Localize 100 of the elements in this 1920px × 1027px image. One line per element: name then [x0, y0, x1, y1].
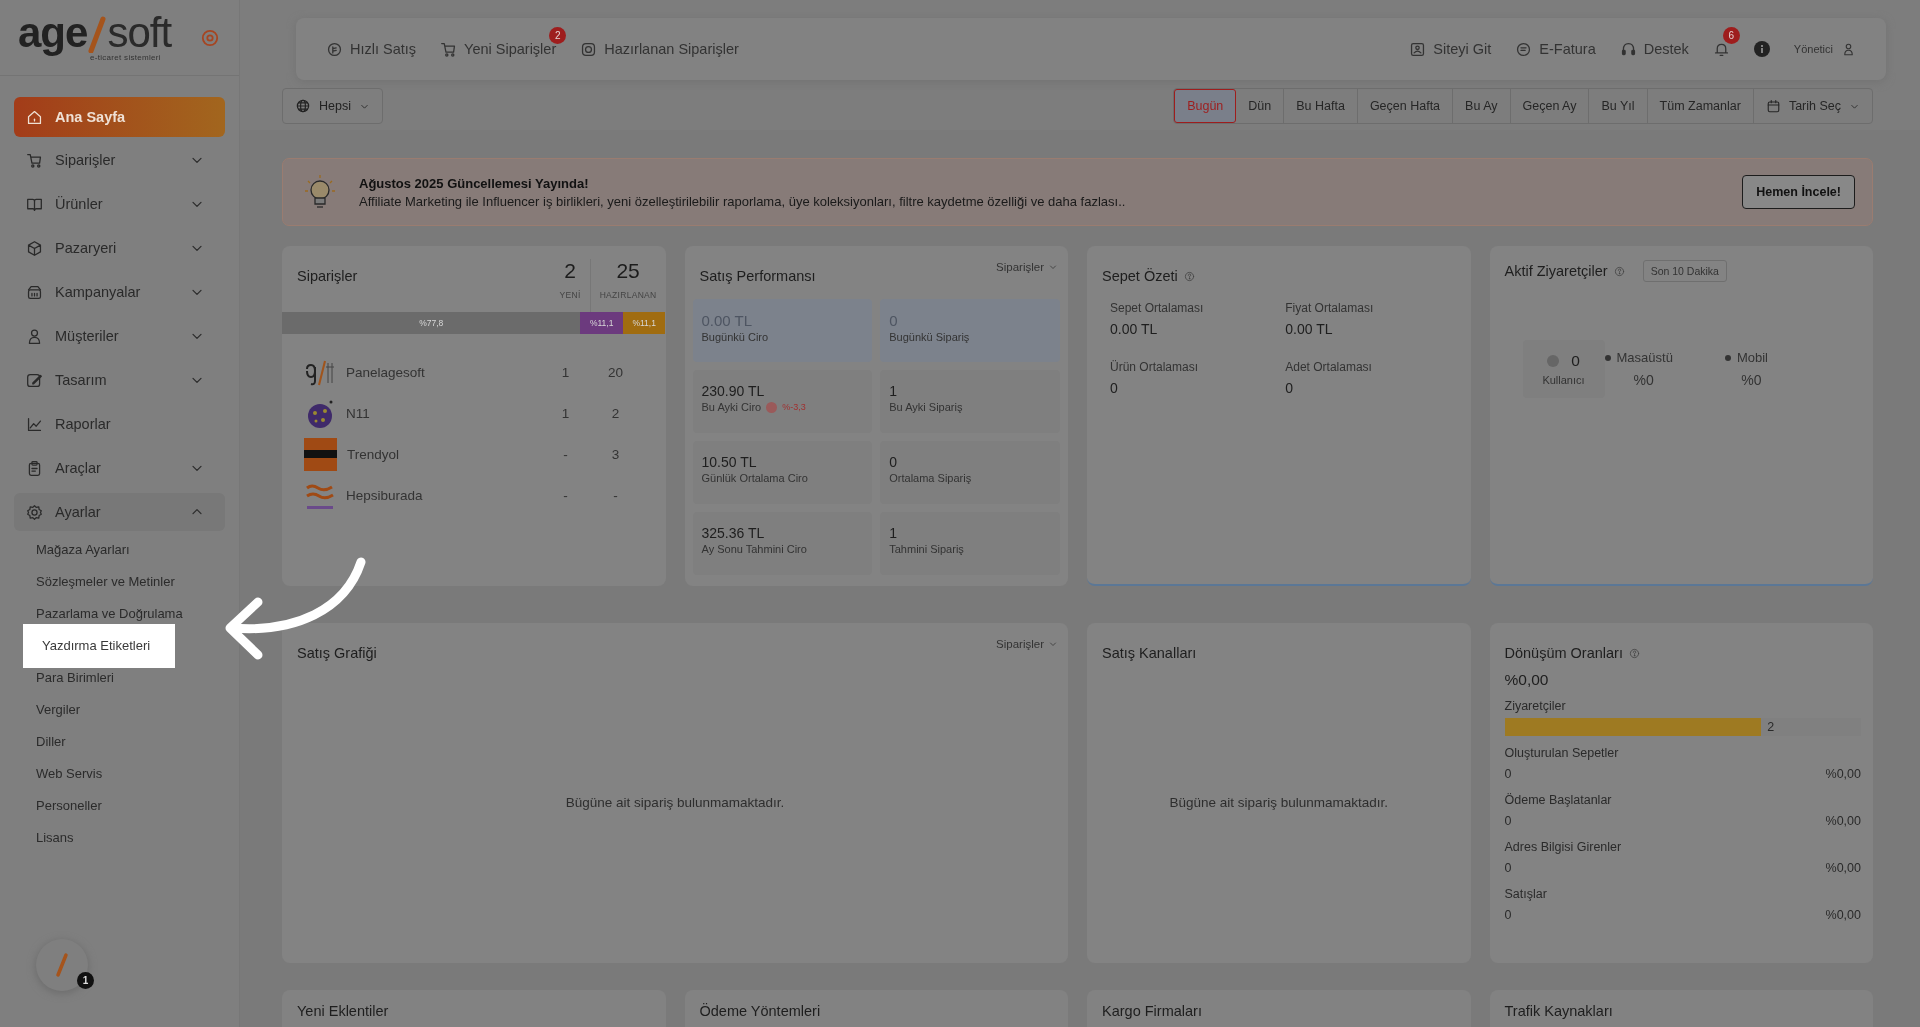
- empty-message: Bügüne ait sipariş bulunmamaktadır.: [1169, 795, 1388, 810]
- table-cell-text: 1: [560, 406, 571, 421]
- table-cell-text: 2: [610, 406, 621, 421]
- channel-name: N11: [346, 406, 371, 421]
- submenu-item[interactable]: Personeller: [36, 798, 102, 814]
- calendar-icon: [1765, 98, 1781, 114]
- chevron-down-icon: [1048, 639, 1058, 649]
- channel-name: Trendyol: [347, 447, 401, 462]
- submenu-item[interactable]: Web Servis: [36, 766, 103, 782]
- help-icon: [1613, 265, 1625, 277]
- sidebar-item[interactable]: Ayarlar: [14, 493, 225, 531]
- card-title: Yeni Eklentiler: [297, 1003, 389, 1019]
- slash-icon: [55, 952, 69, 978]
- card-title: Kargo Firmaları: [1102, 1003, 1202, 1019]
- step-value: 0: [1504, 908, 1512, 922]
- date-range-tab[interactable]: Geçen Ay: [1510, 89, 1590, 123]
- logo-tagline: e-ticaret sistemleri: [90, 53, 161, 62]
- step-value: 0: [1504, 861, 1512, 875]
- user-name[interactable]: Yönetici: [1793, 43, 1833, 55]
- date-range-tab[interactable]: Tüm Zamanlar: [1647, 89, 1754, 123]
- banner-text: Affiliate Marketing ile Influencer iş birlikleri, yeni özelleştirilebilir raporlama, üye koleksiyonları, filtre kaydetme özelliği ve daha fazlası..: [359, 193, 1126, 209]
- submenu-item[interactable]: Para Birimleri: [36, 670, 114, 686]
- card-title: Aktif Ziyaretçiler: [1504, 263, 1608, 279]
- stat-label: Fiyat Ortalaması: [1285, 301, 1374, 315]
- submenu-item[interactable]: Pazarlama ve Doğrulama: [36, 606, 183, 622]
- step-percent: %0,00: [1825, 767, 1861, 781]
- legend-dot: [1724, 354, 1731, 361]
- table-cell-text: 1: [560, 365, 571, 380]
- prepared-orders-count: 25: [616, 259, 640, 283]
- submenu-item[interactable]: Yazdırma Etiketleri: [23, 624, 175, 668]
- sidebar-item[interactable]: Araçlar: [14, 446, 225, 490]
- table-cell-text: -: [562, 447, 569, 462]
- review-button[interactable]: Hemen İncele!: [1742, 175, 1855, 209]
- table-cell-text: -: [562, 488, 569, 503]
- device-share: %0: [1633, 372, 1654, 388]
- submenu-item[interactable]: Lisans: [36, 830, 74, 846]
- device-share: %0: [1741, 372, 1762, 388]
- sidebar-item[interactable]: Ürünler: [14, 182, 225, 226]
- date-range-tab[interactable]: Bugün: [1174, 89, 1237, 123]
- legend-dot: [1604, 354, 1611, 361]
- user-label: Kullanıcı: [1542, 374, 1585, 386]
- step-label: Adres Bilgisi Girenler: [1504, 840, 1622, 854]
- nav-link[interactable]: Hızlı Satış: [326, 40, 417, 58]
- date-range-tab[interactable]: Bu Yıl: [1589, 89, 1648, 123]
- nav-link[interactable]: Siteyi Git: [1409, 40, 1492, 58]
- period-tag: Son 10 Dakika: [1642, 260, 1727, 282]
- status-dot: [1547, 355, 1560, 367]
- nav-link[interactable]: Hazırlanan Siparişler: [580, 40, 739, 58]
- metric-value: 1: [889, 525, 898, 541]
- sidebar-item[interactable]: Ana Sayfa: [14, 97, 225, 137]
- card-title: Ödeme Yöntemleri: [699, 1003, 821, 1019]
- channel-name: Panelagesoft: [346, 365, 426, 380]
- sidebar-item[interactable]: Tasarım: [14, 358, 225, 402]
- metric-value: 10.50 TL: [701, 454, 757, 470]
- change-value: %-3,3: [782, 402, 806, 412]
- nav-link[interactable]: E-Fatura: [1515, 40, 1596, 58]
- user-icon: [1841, 41, 1856, 57]
- sidebar-item[interactable]: Müşteriler: [14, 314, 225, 358]
- bar-segment: %11,1: [580, 312, 623, 334]
- table-cell-text: 3: [610, 447, 621, 462]
- stat-label: Ürün Ortalaması: [1110, 360, 1199, 374]
- info-icon[interactable]: [1753, 41, 1770, 57]
- sidebar-item[interactable]: Kampanyalar: [14, 270, 225, 314]
- submenu-item[interactable]: Mağaza Ayarları: [36, 542, 130, 558]
- submenu-item[interactable]: Vergiler: [36, 702, 81, 718]
- submenu-item[interactable]: Diller: [36, 734, 66, 750]
- stat-label: Sepet Ortalaması: [1110, 301, 1204, 315]
- headset-icon: [1619, 40, 1637, 58]
- sidebar-item[interactable]: Siparişler: [14, 138, 225, 182]
- date-range-tab[interactable]: Geçen Hafta: [1357, 89, 1454, 123]
- step-value: 0: [1504, 767, 1512, 781]
- conversion-rate: %0,00: [1503, 670, 1550, 689]
- count-label: HAZIRLANAN: [599, 290, 657, 300]
- step-label: Oluşturulan Sepetler: [1504, 746, 1619, 760]
- count-badge: 2: [549, 26, 567, 44]
- bar-segment: %11,1: [622, 312, 666, 334]
- cube-icon: [26, 239, 43, 257]
- metric-select[interactable]: Siparişler: [996, 259, 1058, 275]
- metric-value: 325.36 TL: [701, 525, 765, 541]
- table-cell-text: 20: [607, 365, 624, 380]
- store-select[interactable]: Hepsi: [282, 88, 383, 124]
- step-value: 0: [1504, 814, 1512, 828]
- empty-message: Bügüne ait sipariş bulunmamaktadır.: [565, 795, 785, 810]
- sidebar-item[interactable]: Raporlar: [14, 402, 225, 446]
- clipboard-icon: [26, 459, 43, 477]
- metric-select[interactable]: Siparişler: [996, 636, 1058, 652]
- date-picker[interactable]: Tarih Seç: [1753, 89, 1872, 123]
- card-title: Trafik Kaynakları: [1504, 1003, 1613, 1019]
- submenu-item[interactable]: Sözleşmeler ve Metinler: [36, 574, 175, 590]
- nav-link[interactable]: Destek: [1619, 40, 1689, 58]
- count-label: YENİ: [559, 290, 581, 300]
- sidebar-item[interactable]: Pazaryeri: [14, 226, 225, 270]
- bar-segment: %77,8: [282, 312, 581, 334]
- metric-label: Bu Ayki Ciro: [701, 401, 762, 413]
- metric-label: Bugünkü Sipariş: [889, 331, 970, 343]
- date-range-tab[interactable]: Bu Hafta: [1284, 89, 1358, 123]
- date-range-tab[interactable]: Dün: [1236, 89, 1285, 123]
- date-range-tab[interactable]: Bu Ay: [1453, 89, 1511, 123]
- device-label: Mobil: [1736, 350, 1768, 365]
- step-percent: %0,00: [1825, 908, 1861, 922]
